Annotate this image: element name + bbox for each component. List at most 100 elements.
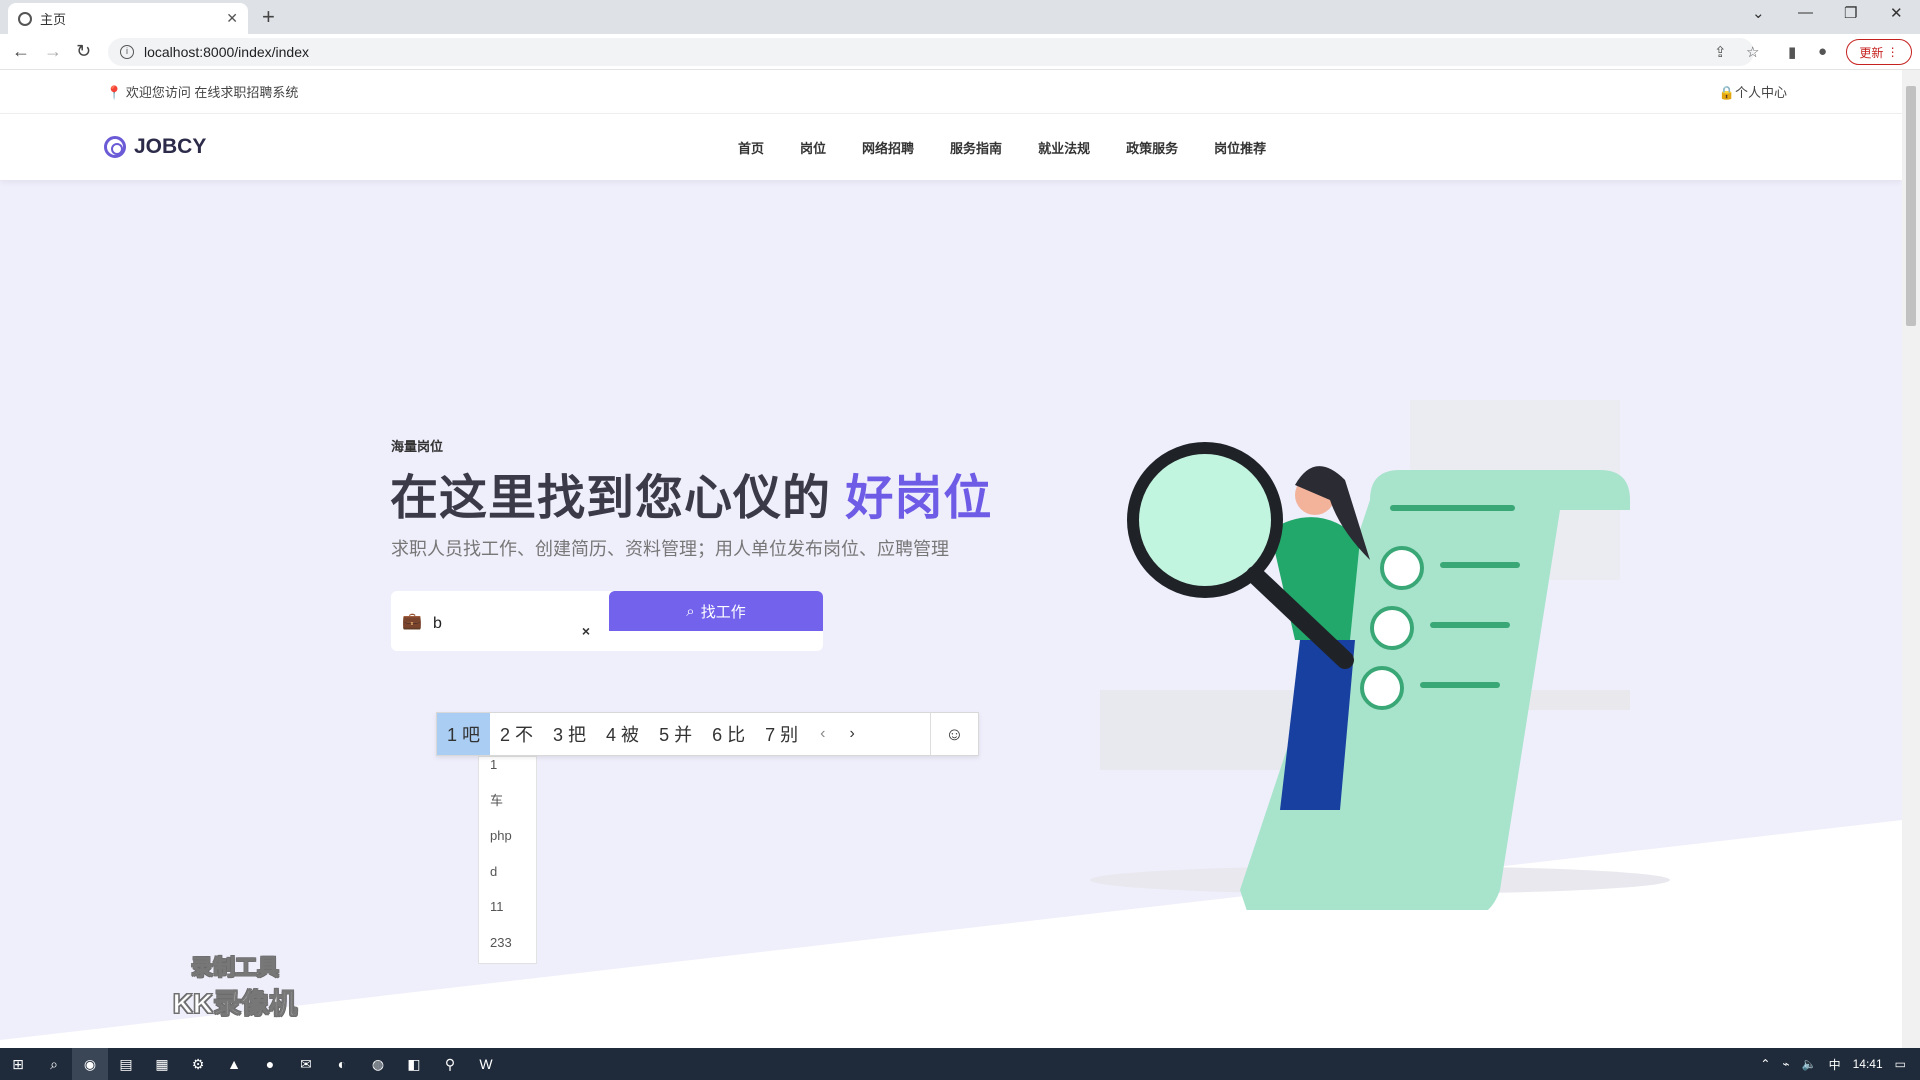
hero-headline: 在这里找到您心仪的 好岗位 [390,458,992,528]
nav-item-online-recruit[interactable]: 网络招聘 [862,138,914,157]
ime-candidate[interactable]: 5 并 [649,713,702,755]
tray-expand-icon[interactable]: ⌃ [1760,1057,1770,1071]
profile-avatar-icon[interactable]: ● [1818,43,1827,60]
hero-eyebrow: 海量岗位 [391,439,444,454]
profile-avatar-icon-1 [1380,546,1424,590]
history-item[interactable]: 233 [479,935,536,971]
file-explorer-icon[interactable]: ▤ [108,1048,144,1080]
site-logo[interactable]: JOBCY [104,135,206,159]
page-scrollbar[interactable] [1902,70,1920,1048]
url-text: localhost:8000/index/index [144,44,310,60]
wps-app-icon[interactable]: W [468,1048,504,1080]
close-tab-icon[interactable]: ✕ [226,10,238,27]
ime-candidate[interactable]: 2 不 [490,713,543,755]
find-job-button[interactable]: ⌕ 找工作 [609,591,823,631]
page-viewport: 📍 欢迎您访问 在线求职招聘系统 🔒个人中心 JOBCY 首页 岗位 网络招聘 … [0,70,1902,1048]
watermark-line-2: KK录像机 [172,988,298,1020]
new-tab-button[interactable]: + [262,4,275,30]
volume-icon[interactable]: 🔈 [1802,1057,1817,1071]
ime-candidate-bar: 1 吧 2 不 3 把 4 被 5 并 6 比 7 别 ‹ › ☺ [436,712,979,756]
ime-candidate[interactable]: 6 比 [702,713,755,755]
nav-item-policy-service[interactable]: 政策服务 [1126,138,1178,157]
update-label: 更新 [1859,45,1884,60]
main-nav: 首页 岗位 网络招聘 服务指南 就业法规 政策服务 岗位推荐 [738,138,1266,157]
green-app-icon[interactable]: ● [252,1048,288,1080]
restore-button[interactable]: ❐ [1844,4,1857,22]
nav-item-job-recommend[interactable]: 岗位推荐 [1214,138,1266,157]
nav-item-employment-law[interactable]: 就业法规 [1038,138,1090,157]
share-icon[interactable]: ⇪ [1714,43,1727,61]
forward-icon[interactable]: → [44,41,62,62]
ime-mode-indicator[interactable]: 中 [1829,1056,1841,1073]
hero-section: 海量岗位 在这里找到您心仪的 好岗位 求职人员找工作、创建简历、资料管理；用人单… [0,180,1902,1040]
network-icon[interactable]: ⌁ [1782,1057,1789,1071]
address-bar[interactable]: i localhost:8000/index/index [108,38,1754,66]
update-button[interactable]: 更新 ⋮ [1846,39,1912,65]
search-history-dropdown: 1 车 php d 11 233 [478,756,537,964]
user-center-label: 个人中心 [1734,85,1787,100]
close-window-button[interactable]: ✕ [1890,4,1903,22]
history-item[interactable]: php [479,828,536,864]
history-item[interactable]: 1 [479,757,536,793]
tab-home[interactable]: 主页 ✕ [8,3,248,34]
reload-icon[interactable]: ↻ [76,41,91,62]
logo-spiral-icon [104,136,126,158]
user-center-link[interactable]: 🔒个人中心 [1719,82,1787,101]
side-panel-icon[interactable]: ▮ [1788,43,1796,61]
info-icon[interactable]: i [120,45,134,59]
vscode-app-icon[interactable]: ◧ [396,1048,432,1080]
watermark-line-1: 录制工具 [190,955,279,981]
ime-candidate[interactable]: 1 吧 [437,713,491,755]
ime-candidate[interactable]: 4 被 [596,713,649,755]
nav-item-jobs[interactable]: 岗位 [800,138,826,157]
recorder-watermark: 录制工具 KK录像机 [160,950,310,1022]
resume-line-3 [1420,682,1500,688]
scrollbar-thumb[interactable] [1906,86,1916,326]
windows-start-icon[interactable]: ⊞ [0,1048,36,1080]
find-job-label: 找工作 [700,603,746,621]
tab-title: 主页 [40,12,67,27]
top-info-bar: 📍 欢迎您访问 在线求职招聘系统 🔒个人中心 [0,70,1902,114]
ime-prev-page-icon[interactable]: ‹ [808,725,837,743]
globe-icon [18,11,32,26]
minimize-button[interactable]: — [1798,4,1813,21]
emoji-icon[interactable]: ☺ [930,713,978,755]
ime-next-page-icon[interactable]: › [837,725,866,743]
history-item[interactable]: 11 [479,899,536,935]
resume-title-line [1390,505,1515,511]
clear-input-button[interactable]: × [573,591,599,651]
os-taskbar: ⊞ ⌕ ◉ ▤ ▦ ⚙ ▲ ● ✉ ◐ ◍ ◧ ⚲ W ⌃ ⌁ 🔈 中 14:4… [0,1048,1920,1080]
notepad-app-icon[interactable]: ▦ [144,1048,180,1080]
bookmark-star-icon[interactable]: ☆ [1746,43,1759,61]
ime-candidate[interactable]: 3 把 [543,713,596,755]
settings-app-icon[interactable]: ⚙ [180,1048,216,1080]
chrome-app-icon[interactable]: ◉ [72,1048,108,1080]
nav-item-home[interactable]: 首页 [738,138,764,157]
job-search-illustration [1090,400,1670,910]
paint-app-icon[interactable]: ▲ [216,1048,252,1080]
site-header: JOBCY 首页 岗位 网络招聘 服务指南 就业法规 政策服务 岗位推荐 [0,114,1902,180]
welcome-label: 欢迎您访问 在线求职招聘系统 [125,85,299,100]
nav-item-service-guide[interactable]: 服务指南 [950,138,1002,157]
recorder-app-icon[interactable]: ◐ [324,1048,360,1080]
headline-main: 在这里找到您心仪的 [390,472,832,525]
headline-highlight: 好岗位 [845,472,993,525]
search-icon[interactable]: ⌕ [36,1048,72,1080]
ime-candidate[interactable]: 7 别 [755,713,808,755]
profile-avatar-icon-2 [1370,606,1414,650]
wechat-app-icon[interactable]: ✉ [288,1048,324,1080]
notification-icon[interactable]: ▭ [1895,1057,1906,1071]
logo-text: JOBCY [134,135,207,158]
orange-app-icon[interactable]: ◍ [360,1048,396,1080]
clock[interactable]: 14:41 [1853,1057,1883,1071]
welcome-text: 📍 欢迎您访问 在线求职招聘系统 [106,82,298,101]
resume-line-2 [1430,622,1510,628]
back-icon[interactable]: ← [12,41,30,62]
location-pin-icon: 📍 [106,85,123,100]
history-item[interactable]: 车 [479,793,536,829]
lock-icon: 🔒 [1718,85,1735,100]
job-search-input[interactable] [433,591,573,651]
search-tool-app-icon[interactable]: ⚲ [432,1048,468,1080]
tab-search-icon[interactable]: ⌄ [1752,4,1765,22]
history-item[interactable]: d [479,864,536,900]
